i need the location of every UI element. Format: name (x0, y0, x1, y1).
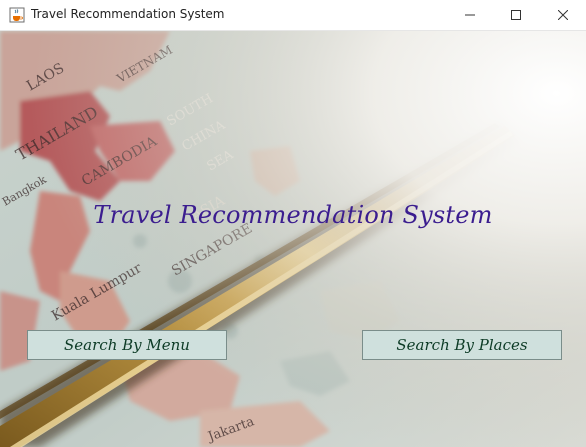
title-bar[interactable]: Travel Recommendation System (0, 0, 586, 31)
window-title: Travel Recommendation System (31, 7, 225, 21)
main-content: LAOS VIETNAM THAILAND SOUTH CHINA SEA CA… (0, 31, 586, 447)
maximize-icon (511, 10, 521, 20)
search-by-places-button[interactable]: Search By Places (362, 330, 562, 360)
close-button[interactable] (540, 0, 586, 30)
page-heading: Travel Recommendation System (93, 201, 493, 229)
app-window: Travel Recommendation System Travel Reco… (0, 0, 586, 447)
search-by-menu-button[interactable]: Search By Menu (27, 330, 227, 360)
minimize-icon (465, 10, 475, 20)
close-icon (558, 10, 568, 20)
globe-map-background: LAOS VIETNAM THAILAND SOUTH CHINA SEA CA… (0, 31, 586, 447)
maximize-button[interactable] (493, 0, 539, 30)
java-coffee-cup-icon[interactable] (9, 7, 25, 23)
minimize-button[interactable] (447, 0, 493, 30)
